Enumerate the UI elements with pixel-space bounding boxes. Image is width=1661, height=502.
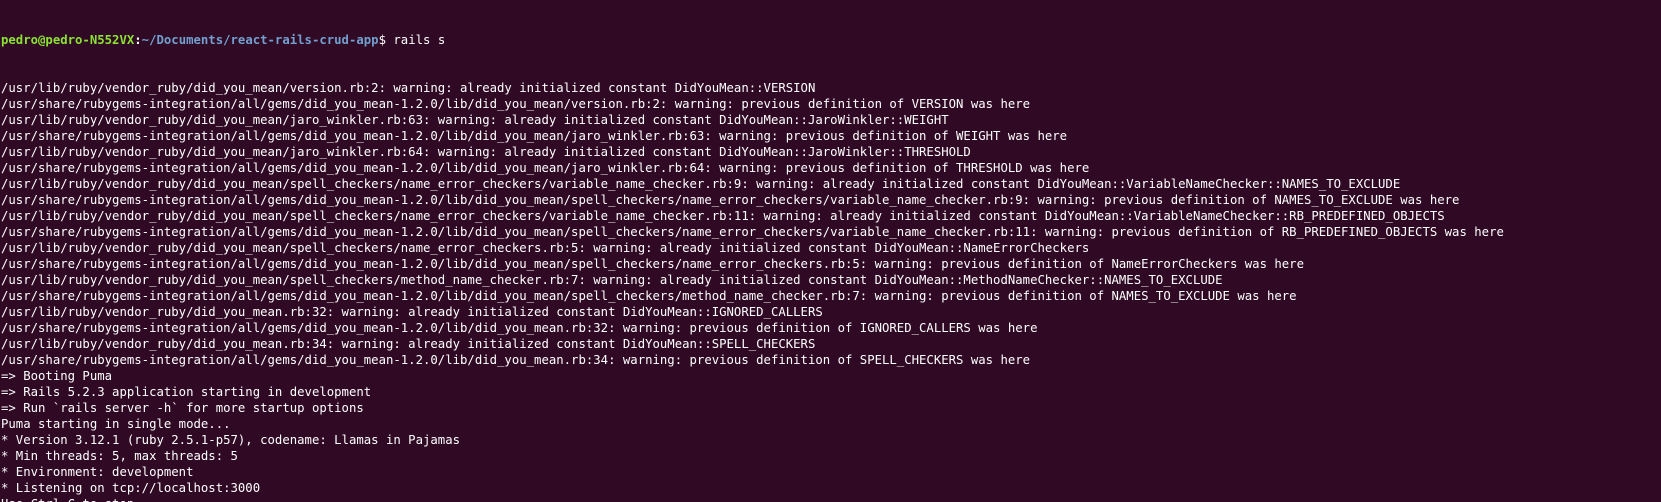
output-line: * Listening on tcp://localhost:3000 — [1, 481, 261, 495]
terminal-window[interactable]: pedro@pedro-N552VX:~/Documents/react-rai… — [0, 0, 1661, 502]
prompt-path: ~/Documents/react-rails-crud-app — [141, 33, 379, 47]
output-line: /usr/share/rubygems-integration/all/gems… — [1, 129, 1068, 143]
prompt-user-host: pedro@pedro-N552VX — [1, 33, 135, 47]
output-line: /usr/lib/ruby/vendor_ruby/did_you_mean/s… — [1, 273, 1223, 287]
output-line: Puma starting in single mode... — [1, 417, 231, 431]
output-line: /usr/lib/ruby/vendor_ruby/did_you_mean/v… — [1, 81, 816, 95]
output-line: /usr/share/rubygems-integration/all/gems… — [1, 257, 1304, 271]
output-line: /usr/lib/ruby/vendor_ruby/did_you_mean.r… — [1, 337, 816, 351]
prompt-command: rails s — [393, 33, 446, 47]
output-line: => Rails 5.2.3 application starting in d… — [1, 385, 372, 399]
output-line: /usr/share/rubygems-integration/all/gems… — [1, 97, 1031, 111]
prompt-dollar: $ — [378, 33, 394, 47]
output-line: * Version 3.12.1 (ruby 2.5.1-p57), coden… — [1, 433, 461, 447]
output-line: /usr/lib/ruby/vendor_ruby/did_you_mean/s… — [1, 177, 1401, 191]
output-line: Use Ctrl-C to stop — [1, 496, 1661, 502]
output-line: /usr/share/rubygems-integration/all/gems… — [1, 321, 1038, 335]
output-line: /usr/share/rubygems-integration/all/gems… — [1, 161, 1090, 175]
output-line: /usr/share/rubygems-integration/all/gems… — [1, 193, 1460, 207]
output-line: * Environment: development — [1, 465, 194, 479]
prompt-separator: : — [134, 33, 142, 47]
output-line: /usr/lib/ruby/vendor_ruby/did_you_mean/j… — [1, 113, 949, 127]
output-line: => Booting Puma — [1, 369, 113, 383]
output-line: /usr/lib/ruby/vendor_ruby/did_you_mean/s… — [1, 241, 1090, 255]
output-line: => Run `rails server -h` for more startu… — [1, 401, 364, 415]
output-line: /usr/share/rubygems-integration/all/gems… — [1, 353, 1031, 367]
prompt-line: pedro@pedro-N552VX:~/Documents/react-rai… — [1, 32, 1661, 48]
output-line: /usr/lib/ruby/vendor_ruby/did_you_mean/j… — [1, 145, 971, 159]
output-line: /usr/lib/ruby/vendor_ruby/did_you_mean.r… — [1, 305, 823, 319]
output-line: /usr/share/rubygems-integration/all/gems… — [1, 289, 1297, 303]
terminal-output: /usr/lib/ruby/vendor_ruby/did_you_mean/v… — [1, 80, 1661, 502]
output-line: /usr/share/rubygems-integration/all/gems… — [1, 225, 1504, 239]
output-line: /usr/lib/ruby/vendor_ruby/did_you_mean/s… — [1, 209, 1445, 223]
output-line: * Min threads: 5, max threads: 5 — [1, 449, 238, 463]
